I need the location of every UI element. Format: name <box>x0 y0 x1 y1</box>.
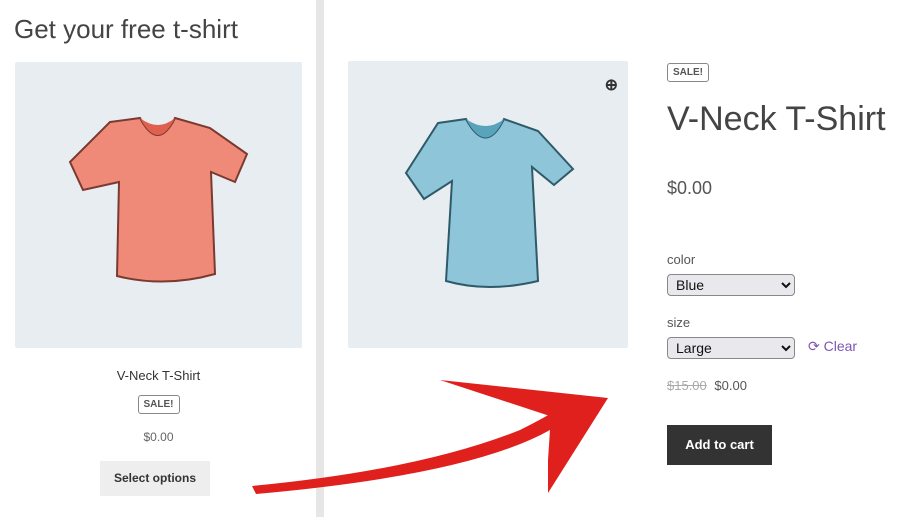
red-arrow-annotation <box>252 380 608 494</box>
